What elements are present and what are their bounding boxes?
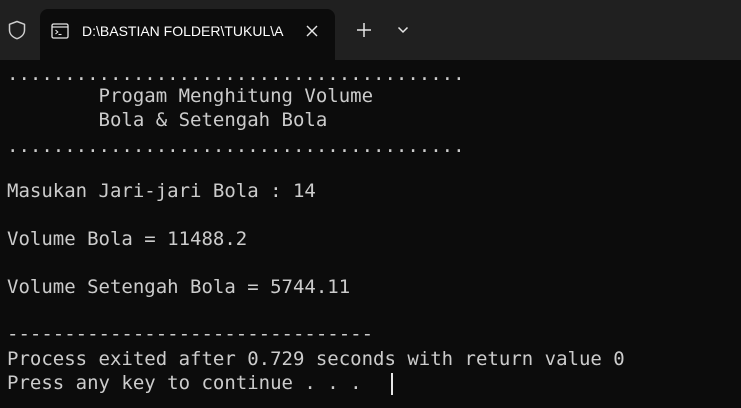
console-line: Progam Menghitung Volume [7,85,374,107]
console-line: Volume Setengah Bola = 5744.11 [7,276,351,298]
console-line: Press any key to continue . . . [7,372,362,394]
text-cursor [391,373,393,395]
console-line: Bola & Setengah Bola [7,109,328,131]
console-line: ........................................ [7,135,465,157]
terminal-window: D:\BASTIAN FOLDER\TUKUL\A ..............… [0,0,741,408]
tab-bar: D:\BASTIAN FOLDER\TUKUL\A [0,0,741,60]
shield-icon[interactable] [6,19,28,41]
chevron-down-icon[interactable] [392,19,414,41]
tab-active[interactable]: D:\BASTIAN FOLDER\TUKUL\A [40,9,335,60]
console-line: ........................................ [7,63,465,85]
console-line: Volume Bola = 11488.2 [7,228,248,250]
console-line: -------------------------------- [7,323,374,345]
console-output[interactable]: ........................................… [0,60,741,408]
console-line: Masukan Jari-jari Bola : 14 [7,180,316,202]
tab-title: D:\BASTIAN FOLDER\TUKUL\A [82,23,284,39]
close-icon[interactable] [302,21,322,41]
console-line: Process exited after 0.729 seconds with … [7,348,625,370]
plus-icon[interactable] [353,19,375,41]
terminal-icon [51,23,69,39]
